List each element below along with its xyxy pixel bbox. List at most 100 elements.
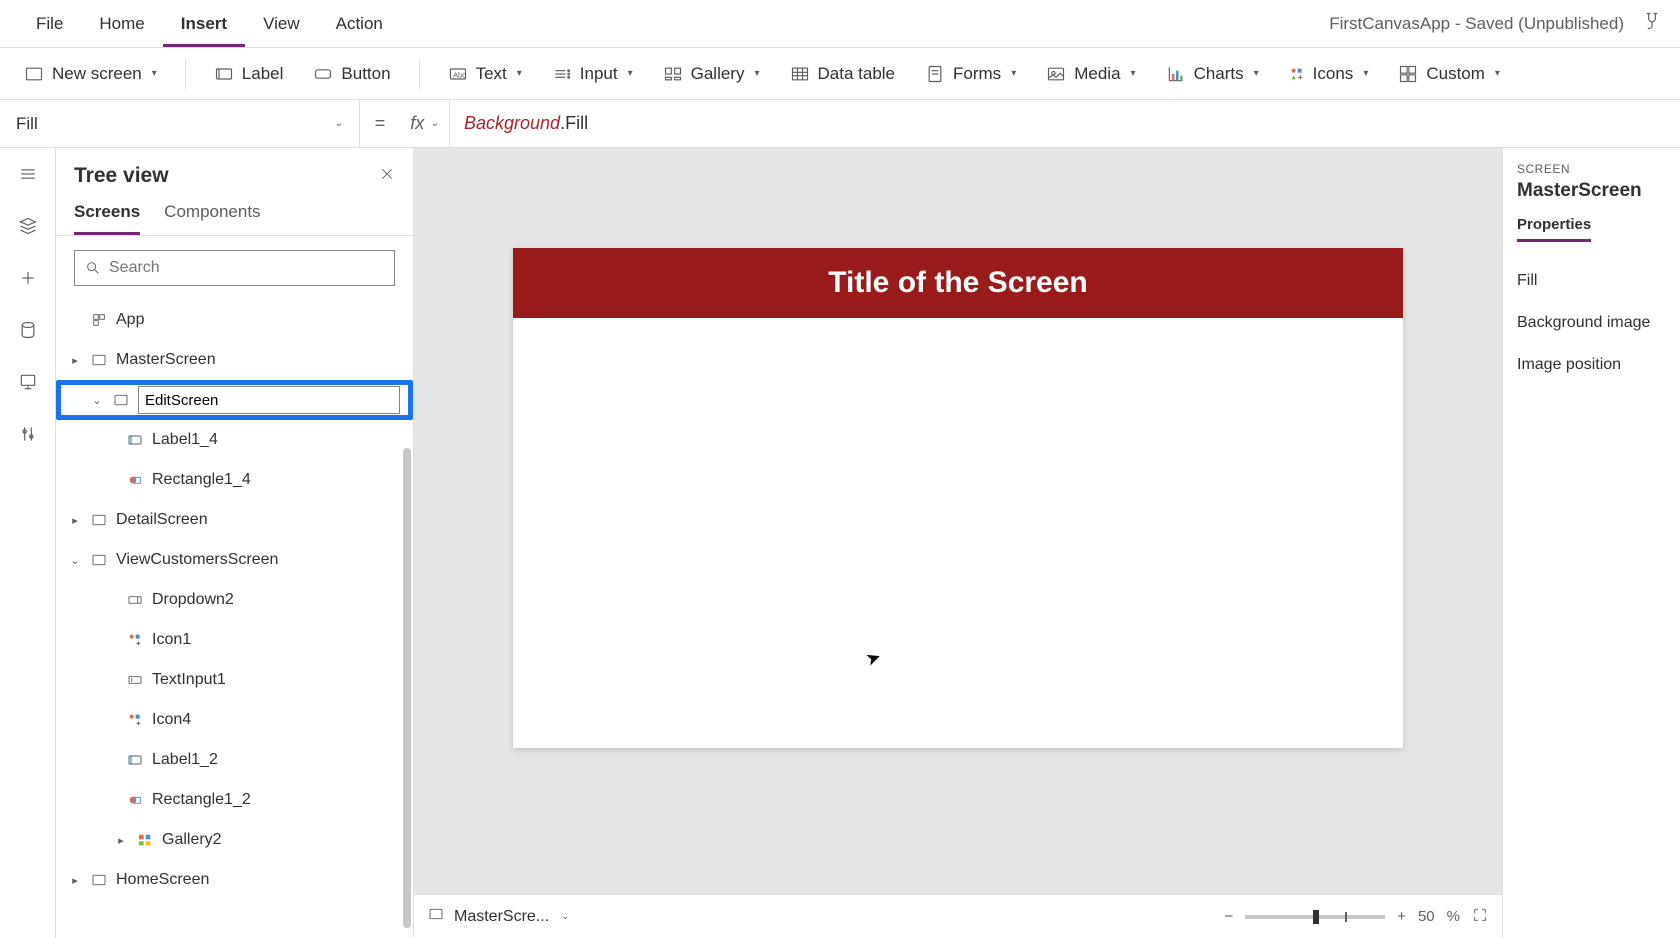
tools-icon[interactable] — [16, 422, 40, 446]
icons-icon — [126, 711, 144, 729]
fit-screen-icon[interactable] — [1472, 907, 1488, 927]
tree-node-label1-4[interactable]: Label1_4 — [56, 420, 413, 460]
tree-node-label: TextInput1 — [152, 671, 226, 689]
label-button[interactable]: Label — [208, 60, 290, 88]
tree-node-homescreen[interactable]: ▸ HomeScreen — [56, 860, 413, 900]
gallery-button[interactable]: Gallery ▾ — [657, 60, 766, 88]
chevron-right-icon[interactable]: ▸ — [114, 834, 128, 847]
ribbon: New screen ▾ Label Button Abc Text ▾ Inp… — [0, 48, 1680, 100]
ribbon-icons-label: Icons — [1313, 64, 1354, 84]
hamburger-icon[interactable] — [16, 162, 40, 186]
search-box[interactable] — [74, 250, 395, 286]
tab-components[interactable]: Components — [164, 202, 260, 235]
tree-node-masterscreen[interactable]: ▸ MasterScreen — [56, 340, 413, 380]
left-rail — [0, 148, 56, 938]
tree-node-dropdown2[interactable]: Dropdown2 — [56, 580, 413, 620]
menu-view[interactable]: View — [245, 0, 318, 47]
rename-input[interactable] — [138, 386, 400, 414]
footer-screen-selector[interactable]: MasterScre... — [454, 908, 549, 926]
chevron-down-icon[interactable]: ⌄ — [561, 911, 569, 922]
formula-bar: Fill ⌄ = fx⌄ Background.Fill — [0, 100, 1680, 148]
insert-icon[interactable] — [16, 266, 40, 290]
tree-node-icon4[interactable]: Icon4 — [56, 700, 413, 740]
data-icon[interactable] — [16, 318, 40, 342]
custom-button[interactable]: Custom ▾ — [1392, 60, 1506, 88]
search-input[interactable] — [109, 259, 384, 277]
menu-file[interactable]: File — [18, 0, 81, 47]
ribbon-forms-label: Forms — [953, 64, 1001, 84]
menu-insert[interactable]: Insert — [163, 0, 245, 47]
screen-icon — [90, 511, 108, 529]
scrollbar-thumb[interactable] — [403, 448, 411, 928]
forms-button[interactable]: Forms ▾ — [919, 60, 1022, 88]
chevron-right-icon[interactable]: ▸ — [68, 514, 82, 527]
media-rail-icon[interactable] — [16, 370, 40, 394]
chevron-right-icon[interactable]: ▸ — [68, 874, 82, 887]
icons-icon — [126, 631, 144, 649]
button-button[interactable]: Button — [307, 60, 396, 88]
ribbon-button-label: Button — [341, 64, 390, 84]
separator — [185, 59, 186, 89]
chevron-down-icon: ⌄ — [335, 118, 343, 129]
tree-view-icon[interactable] — [16, 214, 40, 238]
tree-node-viewcustomers[interactable]: ⌄ ViewCustomersScreen — [56, 540, 413, 580]
screen-preview[interactable]: Title of the Screen — [513, 248, 1403, 748]
menu-action[interactable]: Action — [318, 0, 401, 47]
formula-input[interactable]: Background.Fill — [450, 113, 1680, 134]
tree-node-label: MasterScreen — [116, 351, 216, 369]
ribbon-gallery-label: Gallery — [691, 64, 745, 84]
property-row-background[interactable]: Background image — [1517, 302, 1680, 344]
property-selector[interactable]: Fill ⌄ — [0, 100, 360, 147]
dropdown-icon — [126, 591, 144, 609]
tree-node-icon1[interactable]: Icon1 — [56, 620, 413, 660]
screen-icon — [428, 906, 444, 927]
chevron-down-icon: ▾ — [754, 68, 759, 79]
screen-icon — [90, 871, 108, 889]
media-button[interactable]: Media ▾ — [1040, 60, 1141, 88]
charts-button[interactable]: Charts ▾ — [1160, 60, 1265, 88]
text-button[interactable]: Abc Text ▾ — [442, 60, 528, 88]
chevron-down-icon: ▾ — [1131, 68, 1136, 79]
zoom-slider[interactable] — [1245, 915, 1385, 919]
tree-node-textinput1[interactable]: TextInput1 — [56, 660, 413, 700]
chevron-down-icon[interactable]: ⌄ — [90, 394, 104, 407]
property-row-fill[interactable]: Fill — [1517, 260, 1680, 302]
data-table-button[interactable]: Data table — [784, 60, 902, 88]
tree-node-rectangle1-2[interactable]: Rectangle1_2 — [56, 780, 413, 820]
tree-node-gallery2[interactable]: ▸ Gallery2 — [56, 820, 413, 860]
zoom-slider-thumb[interactable] — [1313, 910, 1319, 924]
zoom-out-button[interactable]: − — [1224, 908, 1233, 925]
app-icon — [90, 311, 108, 329]
canvas-footer: MasterScre... ⌄ − + 50 % — [414, 894, 1502, 938]
screen-icon — [112, 391, 130, 409]
tree-node-detailscreen[interactable]: ▸ DetailScreen — [56, 500, 413, 540]
fx-button[interactable]: fx⌄ — [400, 100, 450, 147]
diagnostics-icon[interactable] — [1642, 11, 1662, 36]
tree-node-app[interactable]: ▸ App — [56, 300, 413, 340]
new-screen-button[interactable]: New screen ▾ — [18, 60, 163, 88]
ribbon-custom-label: Custom — [1426, 64, 1485, 84]
main-area: Tree view Screens Components ▸ App ▸ Mas… — [0, 148, 1680, 938]
input-button[interactable]: Input ▾ — [546, 60, 639, 88]
canvas-viewport[interactable]: Title of the Screen — [414, 148, 1502, 894]
tree-node-label1-2[interactable]: Label1_2 — [56, 740, 413, 780]
icons-button[interactable]: Icons ▾ — [1283, 60, 1375, 88]
tree-view-title: Tree view — [74, 164, 169, 188]
equals-label: = — [360, 113, 400, 134]
tab-properties[interactable]: Properties — [1517, 216, 1591, 242]
tree-list: ▸ App ▸ MasterScreen ⌄ Label1_4 Rectan — [56, 300, 413, 938]
zoom-in-button[interactable]: + — [1397, 908, 1406, 925]
chevron-down-icon[interactable]: ⌄ — [68, 554, 82, 567]
close-icon[interactable] — [379, 166, 395, 187]
tree-node-label: App — [116, 311, 144, 329]
menu-home[interactable]: Home — [81, 0, 162, 47]
tree-node-label: Icon1 — [152, 631, 191, 649]
tree-node-rectangle1-4[interactable]: Rectangle1_4 — [56, 460, 413, 500]
chevron-right-icon[interactable]: ▸ — [68, 354, 82, 367]
tab-screens[interactable]: Screens — [74, 202, 140, 235]
property-row-imageposition[interactable]: Image position — [1517, 344, 1680, 386]
tree-node-label: Label1_2 — [152, 751, 218, 769]
tree-node-editscreen[interactable]: ⌄ — [56, 380, 413, 420]
svg-text:Abc: Abc — [453, 70, 466, 79]
zoom-unit: % — [1447, 908, 1460, 925]
